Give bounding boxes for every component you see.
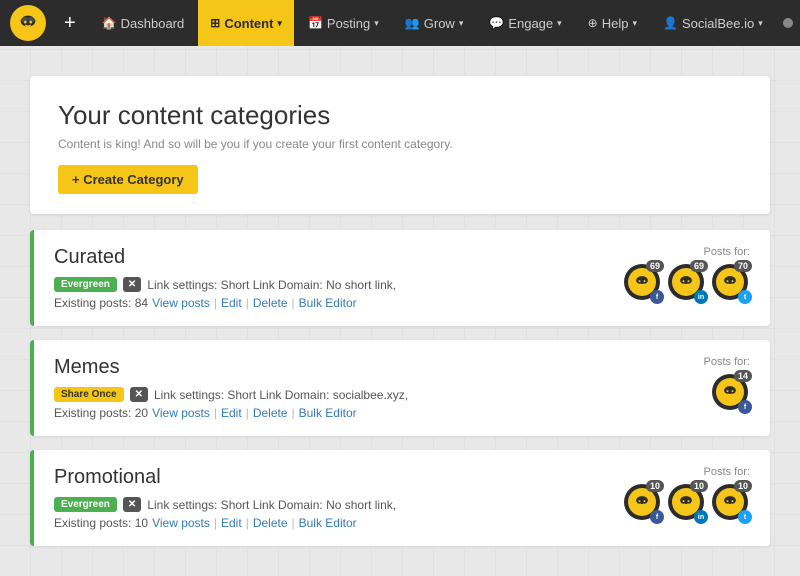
post-count-badge: 10	[646, 480, 664, 492]
avatar: 69 in	[668, 264, 706, 302]
avatar: 10 t	[712, 484, 750, 522]
category-name: Memes	[54, 356, 750, 379]
post-count-badge: 10	[734, 480, 752, 492]
bulk-editor-link[interactable]: Bulk Editor	[299, 296, 357, 310]
edit-link[interactable]: Edit	[221, 296, 242, 310]
posts-for-section: Posts for: 10 f	[624, 466, 750, 522]
link-settings: Link settings: Short Link Domain: social…	[154, 388, 408, 402]
delete-link[interactable]: Delete	[253, 406, 288, 420]
page-subtitle: Content is king! And so will be you if y…	[58, 137, 742, 151]
grow-icon: 👥	[405, 16, 420, 30]
nav-item-content[interactable]: ⊞ Content ▾	[198, 0, 294, 46]
nav-item-dashboard[interactable]: 🏠 Dashboard	[90, 0, 197, 46]
category-actions: Existing posts: 20 View posts | Edit | D…	[54, 406, 750, 420]
account-icon: 👤	[663, 16, 678, 30]
post-count-badge: 14	[734, 370, 752, 382]
edit-link[interactable]: Edit	[221, 516, 242, 530]
category-meta: Share Once ✕ Link settings: Short Link D…	[54, 387, 750, 402]
avatars-row: 69 f 69 in	[624, 264, 750, 302]
main-content: Your content categories Content is king!…	[20, 76, 780, 546]
view-posts-link[interactable]: View posts	[152, 406, 210, 420]
existing-posts-count: Existing posts: 20	[54, 406, 148, 420]
nav-item-help[interactable]: ⊕ Help ▾	[576, 0, 649, 46]
nav-item-grow[interactable]: 👥 Grow ▾	[393, 0, 476, 46]
category-card: Posts for: 14 f Memes	[30, 340, 770, 436]
social-icon-li: in	[694, 290, 708, 304]
create-category-button[interactable]: + Create Category	[58, 165, 198, 194]
posts-for-section: Posts for: 14 f	[704, 356, 750, 412]
post-count-badge: 70	[734, 260, 752, 272]
avatars-row: 14 f	[704, 374, 750, 412]
grow-caret: ▾	[459, 18, 464, 29]
status-dot	[783, 18, 793, 28]
social-icon-tw: t	[738, 510, 752, 524]
social-icon-tw: t	[738, 290, 752, 304]
navbar: + 🏠 Dashboard ⊞ Content ▾ 📅 Posting ▾ 👥 …	[0, 0, 800, 46]
posting-caret: ▾	[374, 18, 379, 29]
avatar: 70 t	[712, 264, 750, 302]
x-badge: ✕	[123, 497, 141, 512]
view-posts-link[interactable]: View posts	[152, 516, 210, 530]
view-posts-link[interactable]: View posts	[152, 296, 210, 310]
bulk-editor-link[interactable]: Bulk Editor	[299, 406, 357, 420]
avatar: 10 f	[624, 484, 662, 522]
x-badge: ✕	[123, 277, 141, 292]
existing-posts-count: Existing posts: 10	[54, 516, 148, 530]
post-count-badge: 69	[690, 260, 708, 272]
social-icon-fb: f	[650, 290, 664, 304]
delete-link[interactable]: Delete	[253, 296, 288, 310]
category-card: Posts for: 69 f	[30, 230, 770, 326]
page-title: Your content categories	[58, 100, 742, 131]
link-settings: Link settings: Short Link Domain: No sho…	[147, 278, 396, 292]
delete-link[interactable]: Delete	[253, 516, 288, 530]
avatar: 10 in	[668, 484, 706, 522]
account-caret: ▾	[758, 18, 763, 29]
posts-for-label: Posts for:	[704, 356, 750, 368]
engage-caret: ▾	[557, 18, 562, 29]
x-badge: ✕	[130, 387, 148, 402]
nav-item-engage[interactable]: 💬 Engage ▾	[477, 0, 573, 46]
content-icon: ⊞	[210, 16, 220, 30]
shareonce-badge: Share Once	[54, 387, 124, 402]
posts-for-label: Posts for:	[624, 246, 750, 258]
category-card: Posts for: 10 f	[30, 450, 770, 546]
post-count-badge: 69	[646, 260, 664, 272]
avatar: 69 f	[624, 264, 662, 302]
posts-for-section: Posts for: 69 f	[624, 246, 750, 302]
link-settings: Link settings: Short Link Domain: No sho…	[147, 498, 396, 512]
nav-item-posting[interactable]: 📅 Posting ▾	[296, 0, 391, 46]
post-count-badge: 10	[690, 480, 708, 492]
content-caret: ▾	[277, 18, 282, 29]
categories-list: Posts for: 69 f	[30, 230, 770, 546]
logo	[10, 5, 46, 41]
posting-icon: 📅	[308, 16, 323, 30]
edit-link[interactable]: Edit	[221, 406, 242, 420]
social-icon-li: in	[694, 510, 708, 524]
help-caret: ▾	[632, 18, 637, 29]
evergreen-badge: Evergreen	[54, 497, 117, 512]
bulk-editor-link[interactable]: Bulk Editor	[299, 516, 357, 530]
existing-posts-count: Existing posts: 84	[54, 296, 148, 310]
page-header: Your content categories Content is king!…	[30, 76, 770, 214]
avatars-row: 10 f 10 in	[624, 484, 750, 522]
help-icon: ⊕	[588, 16, 598, 30]
social-icon-fb: f	[738, 400, 752, 414]
avatar: 14 f	[712, 374, 750, 412]
engage-icon: 💬	[489, 16, 504, 30]
nav-item-account[interactable]: 👤 SocialBee.io ▾	[651, 0, 775, 46]
posts-for-label: Posts for:	[624, 466, 750, 478]
social-icon-fb: f	[650, 510, 664, 524]
add-button[interactable]: +	[52, 12, 88, 35]
dashboard-icon: 🏠	[102, 16, 117, 30]
evergreen-badge: Evergreen	[54, 277, 117, 292]
